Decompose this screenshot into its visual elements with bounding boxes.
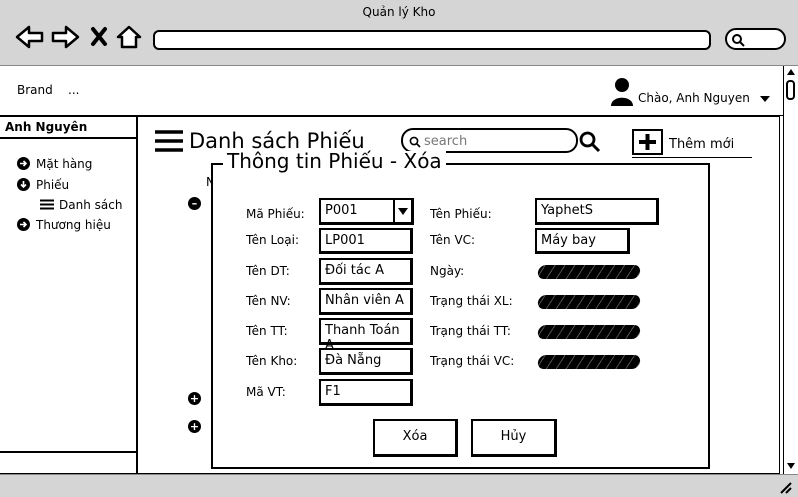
delete-dialog: Thông tin Phiếu - Xóa Mã Phiếu: P001 Tên… bbox=[211, 151, 710, 469]
user-greeting[interactable]: Chào, Anh Nguyen bbox=[638, 92, 750, 104]
circle-arrow-right-icon bbox=[17, 218, 30, 231]
ma-phieu-value: P001 bbox=[325, 203, 358, 218]
sidebar-item-thuong-hieu[interactable]: Thương hiệu bbox=[0, 215, 136, 235]
ten-dt-field[interactable]: Đối tác A bbox=[319, 258, 413, 285]
ten-kho-field[interactable]: Đà Nẵng bbox=[319, 348, 413, 375]
ten-loai-field[interactable]: LP001 bbox=[319, 228, 413, 254]
ten-phieu-field[interactable]: YaphetS bbox=[535, 198, 659, 225]
sidebar-header-label: Anh Nguyên bbox=[5, 120, 88, 134]
navbar: Brand ... Chào, Anh Nguyen bbox=[0, 66, 783, 116]
sidebar-item-label: Mặt hàng bbox=[36, 157, 93, 171]
page-scrollbar[interactable] bbox=[783, 66, 798, 474]
trang-thai-tt-scribble bbox=[536, 325, 642, 339]
chevron-down-icon bbox=[398, 208, 408, 215]
ten-phieu-label: Tên Phiếu: bbox=[430, 207, 492, 221]
circle-arrow-right-icon bbox=[17, 157, 30, 170]
search-icon bbox=[409, 136, 421, 148]
ten-kho-label: Tên Kho: bbox=[246, 354, 298, 368]
sidebar-item-label: Thương hiệu bbox=[36, 218, 111, 232]
nav-more-link[interactable]: ... bbox=[68, 84, 79, 96]
sidebar-item-phieu[interactable]: Phiếu bbox=[0, 175, 136, 195]
ten-vc-field[interactable]: Máy bay bbox=[535, 228, 630, 254]
dropdown-toggle[interactable] bbox=[393, 200, 411, 222]
dialog-title: Thông tin Phiếu - Xóa bbox=[223, 151, 446, 171]
sidebar-item-label: Danh sách bbox=[59, 198, 123, 212]
ngay-label: Ngày: bbox=[430, 264, 465, 278]
collapse-row-icon[interactable]: – bbox=[188, 197, 201, 210]
ten-dt-label: Tên DT: bbox=[246, 264, 290, 278]
window-title: Quản lý Kho bbox=[362, 5, 436, 19]
toolbar-underline bbox=[632, 157, 752, 158]
trang-thai-xl-label: Trạng thái XL: bbox=[430, 294, 513, 308]
search-button-icon[interactable] bbox=[579, 131, 601, 153]
ten-vc-label: Tên VC: bbox=[430, 233, 476, 247]
magnifier-icon bbox=[732, 34, 745, 47]
browser-nav-icons bbox=[15, 25, 142, 49]
cancel-button[interactable]: Hủy bbox=[471, 419, 557, 457]
forward-arrow-icon[interactable] bbox=[51, 25, 80, 49]
ma-phieu-select[interactable]: P001 bbox=[319, 198, 414, 225]
sidebar-header: Anh Nguyên bbox=[0, 117, 136, 139]
user-icon bbox=[611, 78, 633, 106]
search-placeholder: search bbox=[424, 134, 468, 149]
ten-tt-label: Tên TT: bbox=[246, 324, 288, 338]
sidebar-divider bbox=[0, 451, 136, 453]
sidebar-item-label: Phiếu bbox=[36, 178, 70, 192]
ma-vt-field[interactable]: F1 bbox=[319, 379, 413, 406]
list-icon bbox=[40, 199, 54, 210]
sidebar-item-mat-hang[interactable]: Mặt hàng bbox=[0, 154, 136, 174]
home-icon[interactable] bbox=[116, 25, 142, 49]
ten-tt-field[interactable]: Thanh Toán A bbox=[319, 318, 413, 353]
trang-thai-xl-scribble bbox=[536, 295, 642, 309]
ten-nv-field[interactable]: Nhân viên A bbox=[319, 288, 413, 315]
expand-row-icon[interactable]: + bbox=[188, 392, 201, 405]
add-new-label: Thêm mới bbox=[669, 137, 735, 152]
trang-thai-vc-label: Trạng thái VC: bbox=[430, 354, 515, 368]
chevron-down-icon[interactable] bbox=[759, 95, 771, 103]
brand-link[interactable]: Brand bbox=[17, 84, 53, 96]
sidebar: Anh Nguyên Mặt hàng Phiếu Danh sách Thươ… bbox=[0, 116, 137, 474]
scroll-up-icon[interactable] bbox=[786, 68, 796, 76]
trang-thai-tt-label: Trạng thái TT: bbox=[430, 324, 511, 338]
ngay-scribble bbox=[536, 265, 642, 279]
address-bar[interactable] bbox=[153, 30, 711, 50]
hamburger-menu-icon[interactable] bbox=[155, 129, 183, 153]
ma-vt-label: Mã VT: bbox=[246, 385, 286, 399]
browser-search-box[interactable] bbox=[725, 28, 786, 50]
circle-arrow-down-icon bbox=[17, 178, 30, 191]
delete-button[interactable]: Xóa bbox=[373, 419, 458, 457]
close-x-icon[interactable] bbox=[91, 27, 107, 46]
scroll-down-icon[interactable] bbox=[786, 462, 796, 470]
back-arrow-icon[interactable] bbox=[15, 25, 44, 49]
browser-title-bar: Quản lý Kho bbox=[0, 0, 798, 66]
sidebar-item-danh-sach[interactable]: Danh sách bbox=[0, 195, 136, 215]
expand-row-icon[interactable]: + bbox=[188, 420, 201, 433]
plus-square-icon bbox=[632, 129, 663, 155]
add-new-button[interactable]: Thêm mới bbox=[632, 129, 750, 155]
resize-grip-icon[interactable] bbox=[778, 480, 792, 494]
ten-loai-label: Tên Loại: bbox=[246, 233, 299, 247]
trang-thai-vc-scribble bbox=[536, 355, 642, 369]
ma-phieu-label: Mã Phiếu: bbox=[246, 207, 305, 221]
ten-nv-label: Tên NV: bbox=[246, 294, 291, 308]
scrollbar-thumb[interactable] bbox=[786, 80, 795, 100]
status-bar bbox=[0, 474, 798, 497]
